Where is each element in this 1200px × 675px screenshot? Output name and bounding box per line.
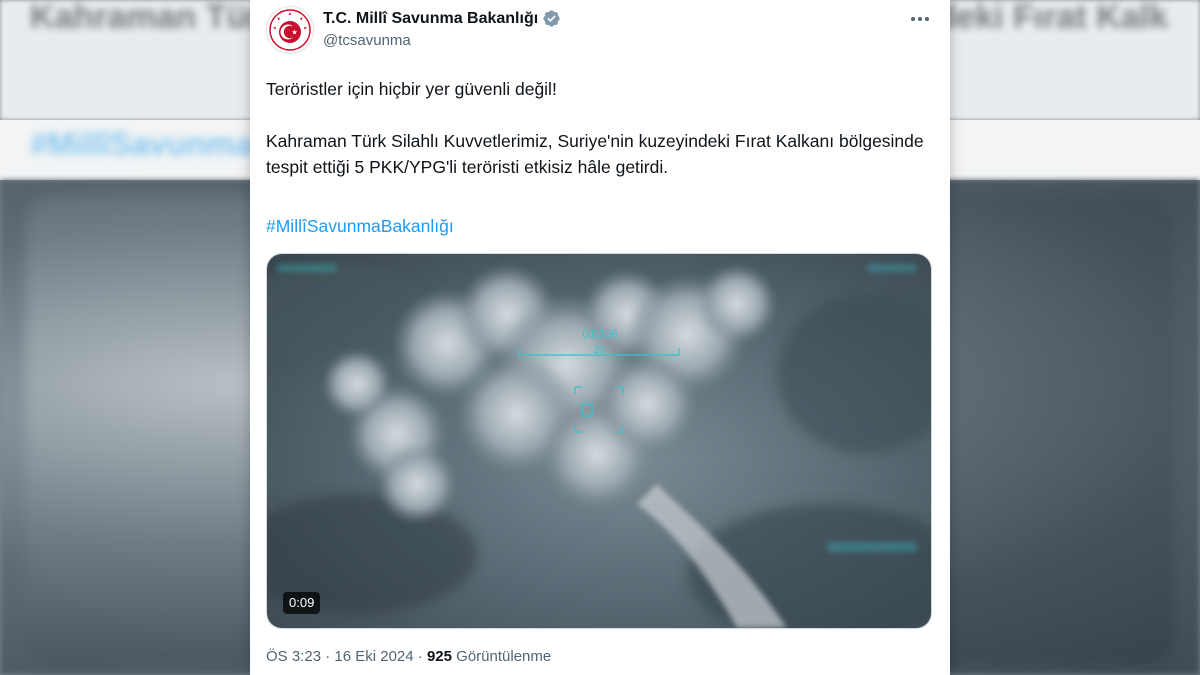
view-label: Görüntülenme	[456, 648, 552, 665]
tweet-date[interactable]: 16 Eki 2024	[334, 648, 413, 665]
video-duration-badge: 0:09	[283, 592, 321, 614]
video-player[interactable]: 01D06 20 0:09	[266, 253, 932, 629]
account-display-name[interactable]: T.C. Millî Savunma Bakanlığı	[323, 10, 538, 28]
tweet-metadata: ÖS 3:23 · 16 Eki 2024 · 925 Görüntülenme	[266, 648, 551, 665]
account-name-row: T.C. Millî Savunma Bakanlığı	[323, 9, 561, 28]
meta-separator: ·	[325, 648, 331, 665]
account-handle[interactable]: @tcsavunma	[323, 32, 411, 49]
tweet-body: Kahraman Türk Silahlı Kuvvetlerimiz, Sur…	[266, 131, 924, 177]
tweet-card: T.C. Millî Savunma Bakanlığı @tcsavunma …	[250, 0, 950, 675]
meta-separator-2: ·	[417, 648, 423, 665]
more-options-icon[interactable]	[908, 10, 932, 28]
ministry-logo-icon[interactable]	[266, 6, 314, 54]
video-frame: 01D06 20	[267, 254, 931, 628]
tweet-time[interactable]: ÖS 3:23	[266, 648, 321, 665]
tweet-headline: Teröristler için hiçbir yer güvenli deği…	[266, 79, 557, 99]
hud-sublabel: 20	[593, 345, 605, 356]
verified-badge-icon	[542, 9, 561, 28]
hud-label: 01D06	[582, 327, 618, 341]
view-count: 925	[426, 648, 452, 665]
hashtag-link[interactable]: #MillîSavunmaBakanlığı	[266, 213, 454, 239]
